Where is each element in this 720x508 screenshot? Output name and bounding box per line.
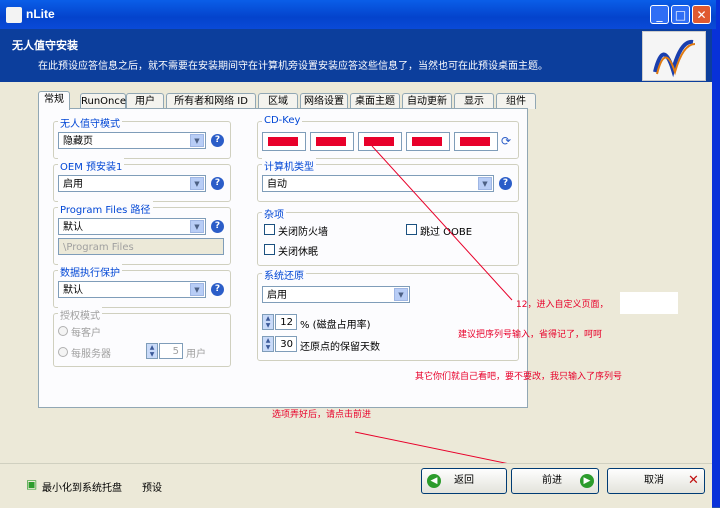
close-icon: ✕ [688, 473, 699, 488]
annotation-lines [354, 145, 549, 473]
minimize-to-tray-link[interactable]: 最小化到系统托盘 [42, 479, 122, 494]
annotation-serial-advice: 建议把序列号输入，省得记了，呵呵 [458, 330, 603, 340]
annotation-blank [620, 292, 678, 314]
back-button[interactable]: ◀ 返回 [421, 468, 507, 494]
annotation-custom-page: 12，进入自定义页面， [516, 300, 609, 310]
tray-icon[interactable]: ▣ [26, 477, 37, 491]
annotation-others: 其它你们就自己看吧，要不要改，我只输入了序列号 [415, 372, 623, 382]
desktop-edge [716, 0, 720, 507]
arrow-right-icon: ▶ [580, 474, 594, 488]
preset-link[interactable]: 预设 [142, 479, 162, 494]
next-button[interactable]: 前进 ▶ [511, 468, 599, 494]
arrow-left-icon: ◀ [427, 474, 441, 488]
tab-general[interactable]: 常规 [38, 91, 70, 110]
annotation-click-next: 选项弄好后，请点击前进 [272, 410, 372, 420]
cancel-button[interactable]: 取消 ✕ [607, 468, 705, 494]
nlite-window: nLite _ □ ✕ 无人值守安装 在此预设应答信息之后，就不需要在安装期间守… [0, 0, 716, 508]
